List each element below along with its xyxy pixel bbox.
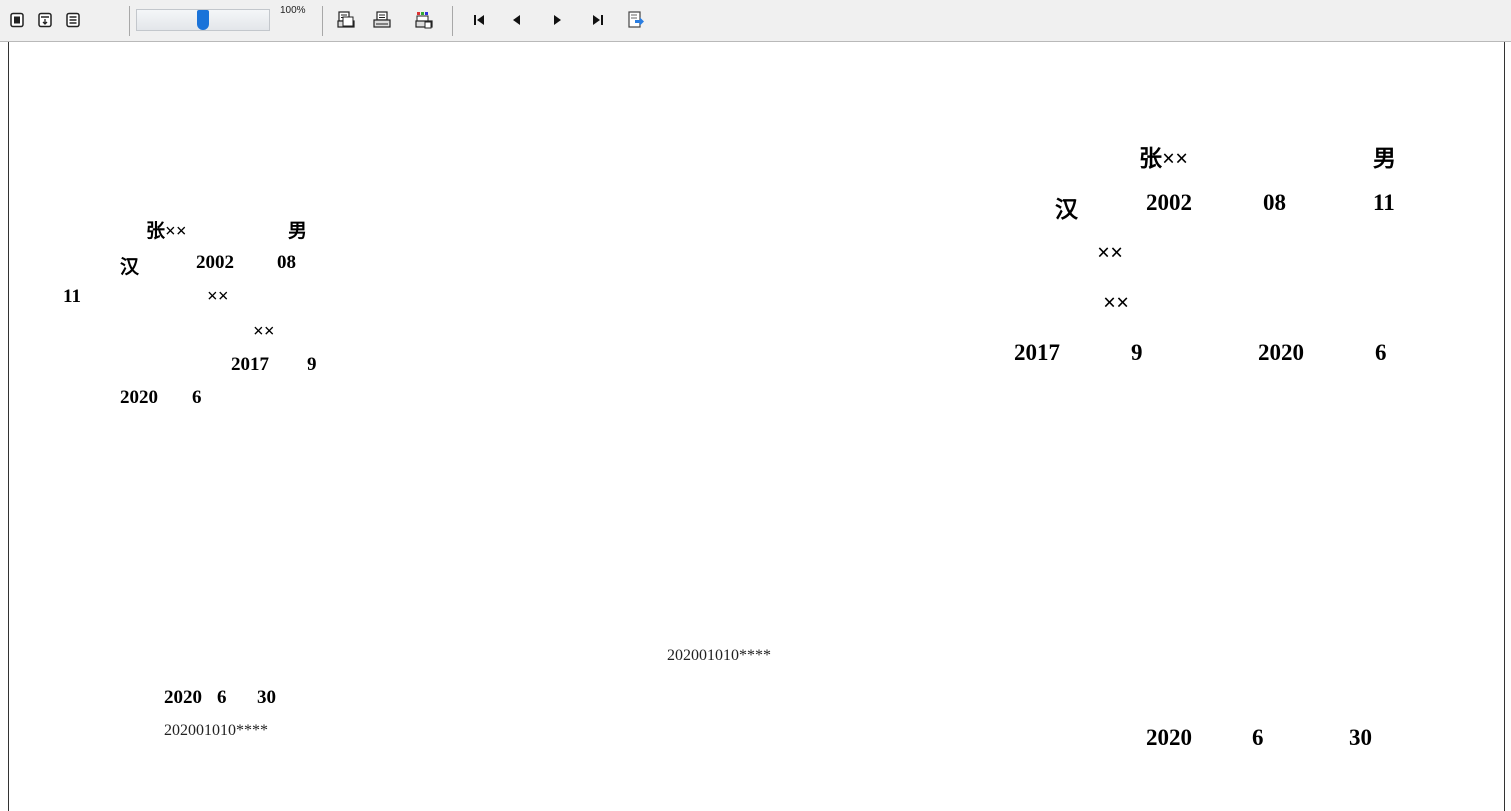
right-end-year-value: 2020: [1258, 340, 1304, 365]
right-name-value: 张××: [1139, 146, 1189, 171]
left-issue-year-value: 2020: [164, 687, 202, 708]
right-gender-value: 男: [1373, 146, 1396, 171]
right-field-a-value: ××: [1097, 240, 1124, 265]
toolbar-separator: [322, 6, 323, 36]
last-page-button[interactable]: [587, 8, 609, 32]
zoom-percent-label: 100%: [280, 5, 306, 16]
print-setup-icon: [415, 12, 433, 29]
next-page-icon: [554, 15, 561, 25]
right-field-b-value: ××: [1103, 290, 1130, 315]
first-page-button[interactable]: [468, 8, 490, 32]
zoom-slider-thumb[interactable]: [197, 10, 209, 30]
right-start-year-value: 2017: [1014, 340, 1060, 365]
left-birth-day-value: 11: [63, 286, 81, 307]
right-end-month-value: 6: [1375, 340, 1387, 365]
right-issue-month-value: 6: [1252, 725, 1264, 750]
export-icon: [628, 11, 644, 28]
print-preview-button[interactable]: [335, 8, 357, 32]
zoom-slider[interactable]: [136, 9, 270, 31]
toolbar-separator: [129, 6, 130, 36]
single-page-view-button[interactable]: [6, 8, 28, 32]
right-birth-month-value: 08: [1263, 190, 1286, 215]
left-end-month-value: 6: [192, 387, 202, 408]
prev-page-icon: [513, 15, 520, 25]
page-setup-view-button[interactable]: [34, 8, 56, 32]
left-name-value: 张××: [146, 221, 187, 242]
left-ethnicity-value: 汉: [120, 257, 140, 278]
full-page-icon: [66, 12, 80, 28]
left-birth-month-value: 08: [277, 252, 296, 273]
right-issue-year-value: 2020: [1146, 725, 1192, 750]
right-issue-day-value: 30: [1349, 725, 1372, 750]
print-setup-button[interactable]: [413, 8, 435, 32]
prev-page-button[interactable]: [506, 8, 528, 32]
left-field-b-value: ××: [253, 321, 275, 342]
right-start-month-value: 9: [1131, 340, 1143, 365]
printer-icon: [373, 11, 391, 28]
left-start-month-value: 9: [307, 354, 317, 375]
left-issue-month-value: 6: [217, 687, 227, 708]
right-birth-year-value: 2002: [1146, 190, 1192, 215]
left-issue-day-value: 30: [257, 687, 276, 708]
first-page-icon: [474, 15, 484, 25]
left-field-a-value: ××: [207, 286, 229, 307]
report-viewer-toolbar: 100%: [0, 0, 1511, 42]
right-ethnicity-value: 汉: [1055, 197, 1078, 222]
print-button[interactable]: [371, 8, 393, 32]
report-preview-area: 张×× 男 汉 2002 08 11 ×× ×× 2017 9 2020 6 2…: [8, 42, 1505, 811]
right-serial-number: 202001010****: [667, 647, 771, 664]
export-button[interactable]: [625, 8, 647, 32]
left-start-year-value: 2017: [231, 354, 269, 375]
page-width-icon: [38, 12, 52, 28]
print-preview-icon: [337, 11, 355, 28]
left-end-year-value: 2020: [120, 387, 158, 408]
last-page-icon: [593, 15, 603, 25]
single-page-icon: [10, 12, 24, 28]
left-birth-year-value: 2002: [196, 252, 234, 273]
left-serial-number: 202001010****: [164, 722, 268, 739]
toolbar-separator: [452, 6, 453, 36]
left-gender-value: 男: [288, 221, 308, 242]
right-birth-day-value: 11: [1373, 190, 1395, 215]
next-page-button[interactable]: [546, 8, 568, 32]
full-page-view-button[interactable]: [62, 8, 84, 32]
